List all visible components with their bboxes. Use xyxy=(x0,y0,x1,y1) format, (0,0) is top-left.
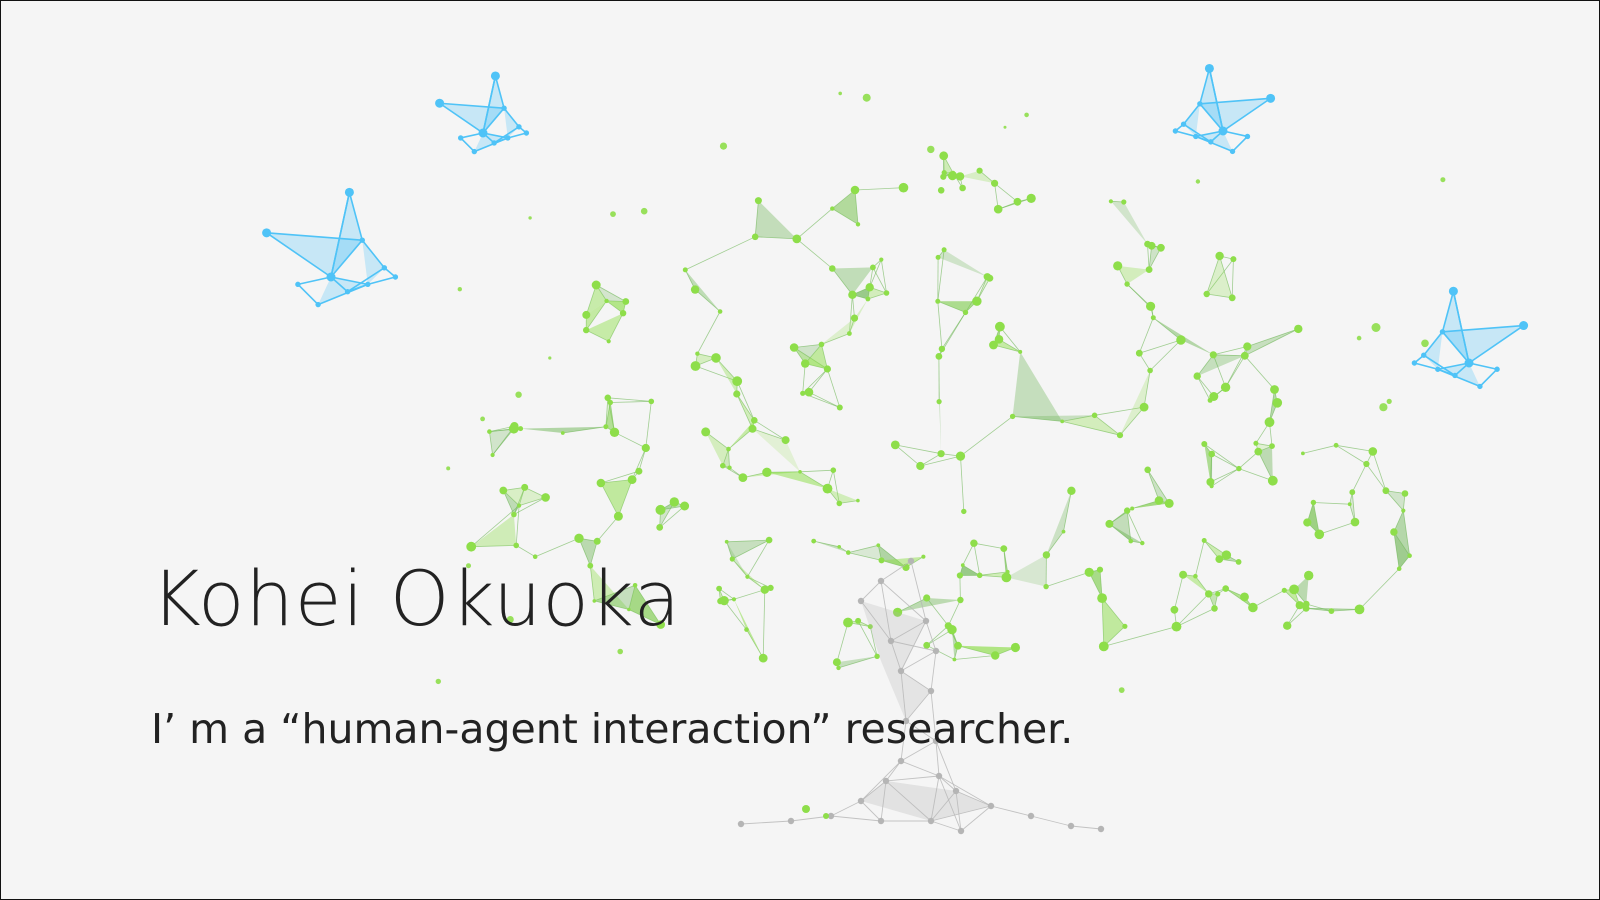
paper-crane-icon xyxy=(435,71,530,155)
paper-crane-icon xyxy=(1172,63,1276,155)
paper-crane-icon xyxy=(262,187,399,308)
tagline: I’ m a “human-agent interaction” researc… xyxy=(151,705,1074,753)
hero-illustration xyxy=(262,63,1529,835)
page-title: Kohei Okuoka xyxy=(151,554,682,643)
paper-crane-icon xyxy=(1411,286,1529,390)
landing-page: Kohei Okuoka I’ m a “human-agent interac… xyxy=(0,0,1600,900)
